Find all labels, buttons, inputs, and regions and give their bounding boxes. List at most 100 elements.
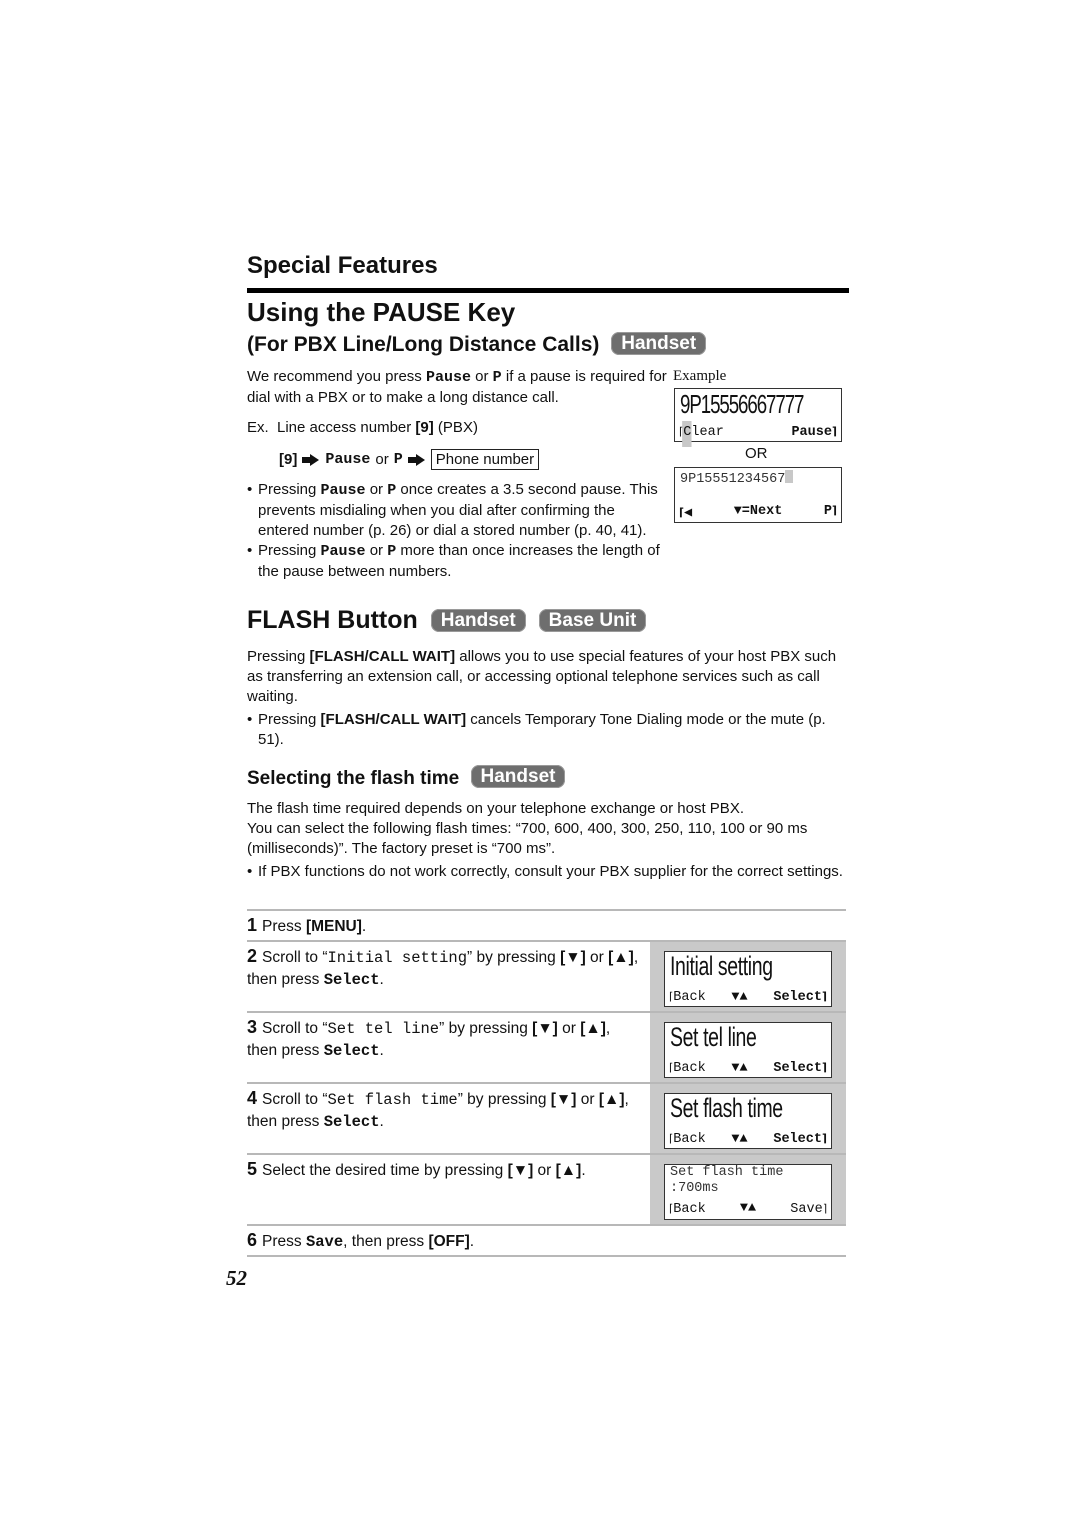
text: or bbox=[557, 1020, 581, 1037]
softkey-right: Save⌉ bbox=[790, 1201, 827, 1218]
text: . bbox=[379, 1113, 384, 1130]
softkey-left: ⌈◀ bbox=[679, 504, 692, 521]
lcd-softkeys: ⌈Back ▼▲ Select⌉ bbox=[669, 1132, 827, 1147]
text: , then press bbox=[343, 1233, 429, 1250]
p-key-label: P bbox=[387, 543, 397, 560]
softkey-left: ⌈Clear bbox=[679, 425, 724, 440]
back-arrow-icon: ◀ bbox=[684, 506, 693, 521]
menu-item-label: Initial setting bbox=[327, 949, 468, 967]
lcd-title: Set tel line bbox=[670, 1022, 757, 1052]
up-key-label: [▲] bbox=[608, 949, 634, 966]
pause-key-label: Pause bbox=[425, 369, 471, 386]
softkey-right-icon: ⌉ bbox=[821, 1132, 827, 1145]
base-unit-badge: Base Unit bbox=[538, 609, 647, 632]
arrow-right-icon bbox=[407, 453, 426, 466]
step-5: 5 Select the desired time by pressing [▼]… bbox=[247, 1153, 846, 1224]
text: Pressing bbox=[247, 648, 310, 665]
lcd-softkeys: ⌈Back ▼▲ Select⌉ bbox=[669, 990, 827, 1005]
pause-key-heading: Using the PAUSE Key bbox=[247, 297, 516, 327]
lcd-softkeys: ⌈Back ▼▲ Save⌉ bbox=[669, 1201, 827, 1218]
text: or bbox=[585, 949, 609, 966]
softkey-select-label: Select bbox=[773, 1132, 822, 1147]
lcd-display-example-2: 9P15551234567 ⌈◀ ▼=Next P⌉ bbox=[674, 467, 842, 523]
lcd-display-example-1: 9P15556667777 ⌈Clear Pause⌉ bbox=[674, 388, 842, 447]
step-4: 4 Scroll to “Set flash time” by pressing … bbox=[247, 1082, 846, 1153]
down-key-label: [▼] bbox=[507, 1162, 534, 1179]
section-title: Special Features bbox=[247, 252, 438, 279]
lcd-line-2: :700ms bbox=[670, 1181, 719, 1196]
lcd-display: Set flash time ⌈Back ▼▲ Select⌉ bbox=[664, 1093, 832, 1149]
lcd-softkeys: ⌈Back ▼▲ Select⌉ bbox=[669, 1061, 827, 1076]
up-down-icon: ▼▲ bbox=[731, 990, 748, 1005]
step-number: 4 bbox=[247, 1088, 258, 1108]
text: . bbox=[361, 918, 367, 935]
step-number: 3 bbox=[247, 1017, 258, 1037]
handset-badge: Handset bbox=[611, 332, 707, 355]
text: Scroll to “ bbox=[262, 1020, 328, 1037]
softkey-right: Select⌉ bbox=[773, 1132, 827, 1147]
pause-key-subheading: (For PBX Line/Long Distance Calls) Hands… bbox=[247, 332, 707, 357]
text: ” by pressing bbox=[457, 1091, 551, 1108]
steps-table: 1 Press [MENU]. 2 Scroll to “Initial setti… bbox=[247, 909, 846, 1257]
section-divider bbox=[247, 288, 849, 293]
flash-key-label: [FLASH/CALL WAIT] bbox=[320, 711, 467, 728]
display-panel: Set tel line ⌈Back ▼▲ Select⌉ bbox=[650, 1013, 846, 1082]
softkey-back-label: Back bbox=[673, 1061, 706, 1076]
softkey-select-label: Select bbox=[773, 1061, 822, 1076]
text: ” by pressing bbox=[467, 949, 561, 966]
text: ” by pressing bbox=[439, 1020, 533, 1037]
menu-item-label: Set tel line bbox=[327, 1020, 440, 1038]
text: . bbox=[379, 971, 384, 988]
text: Pressing bbox=[258, 711, 321, 728]
step-number: 1 bbox=[247, 915, 258, 935]
flash-time-heading: Selecting the flash time Handset bbox=[247, 765, 566, 790]
lcd-softkeys: ⌈Clear Pause⌉ bbox=[679, 425, 837, 440]
menu-item-label: Set flash time bbox=[327, 1091, 458, 1109]
up-key-label: [▲] bbox=[598, 1091, 625, 1108]
softkey-left: ⌈Back bbox=[669, 1061, 706, 1076]
dialed-number: 9P15556667777 bbox=[680, 389, 804, 419]
flash-time-paragraph: The flash time required depends on your … bbox=[247, 799, 847, 859]
example-line: Ex. Line access number [9] (PBX) bbox=[247, 418, 478, 438]
select-key-label: Select bbox=[323, 1113, 380, 1131]
text: or bbox=[365, 481, 388, 498]
dial-sequence: [9] Pause or P Phone number bbox=[279, 449, 540, 470]
text: Scroll to “ bbox=[262, 1091, 328, 1108]
text: . bbox=[469, 1233, 475, 1250]
flash-time-title: Selecting the flash time bbox=[247, 768, 460, 789]
softkey-left: ⌈Back bbox=[669, 1201, 706, 1218]
lcd-softkeys: ⌈◀ ▼=Next P⌉ bbox=[679, 504, 837, 521]
softkey-select-label: Select bbox=[773, 990, 822, 1005]
step-text: 2 Scroll to “Initial setting” by pressing… bbox=[247, 942, 650, 1011]
softkey-right-icon: ⌉ bbox=[831, 504, 837, 517]
softkey-right: Pause⌉ bbox=[791, 425, 837, 440]
softkey-right-icon: ⌉ bbox=[821, 1061, 827, 1074]
text: Pressing bbox=[258, 481, 321, 498]
save-key-label: Save bbox=[305, 1233, 344, 1251]
step-number: 2 bbox=[247, 946, 258, 966]
text: Press bbox=[262, 1233, 306, 1250]
text: or bbox=[576, 1091, 599, 1108]
p-key-label: P bbox=[387, 482, 397, 499]
bullet-item: Pressing [FLASH/CALL WAIT] cancels Tempo… bbox=[247, 710, 847, 750]
phone-number-box: Phone number bbox=[430, 449, 540, 470]
softkey-right: Select⌉ bbox=[773, 1061, 827, 1076]
text: You can select the following flash times… bbox=[247, 820, 808, 857]
example-label: Example bbox=[673, 368, 727, 384]
step-text: 1 Press [MENU]. bbox=[247, 911, 846, 940]
softkey-p-label: P bbox=[823, 504, 832, 519]
text: Pressing bbox=[258, 542, 321, 559]
handset-badge: Handset bbox=[430, 609, 526, 632]
step-6: 6 Press Save, then press [OFF]. bbox=[247, 1224, 846, 1257]
select-key-label: Select bbox=[323, 1042, 380, 1060]
text: or bbox=[365, 542, 388, 559]
step-text: 6 Press Save, then press [OFF]. bbox=[247, 1226, 846, 1255]
lcd-title: Initial setting bbox=[670, 951, 773, 981]
lcd-number: 9P15551234567 bbox=[680, 470, 794, 487]
softkey-left: ⌈Back bbox=[669, 1132, 706, 1147]
softkey-back-label: Back bbox=[673, 990, 706, 1005]
off-key-label: [OFF] bbox=[428, 1233, 470, 1250]
softkey-right-icon: ⌉ bbox=[821, 990, 827, 1003]
step-text: 4 Scroll to “Set flash time” by pressing … bbox=[247, 1084, 650, 1153]
bullet-item: If PBX functions do not work correctly, … bbox=[247, 862, 847, 882]
